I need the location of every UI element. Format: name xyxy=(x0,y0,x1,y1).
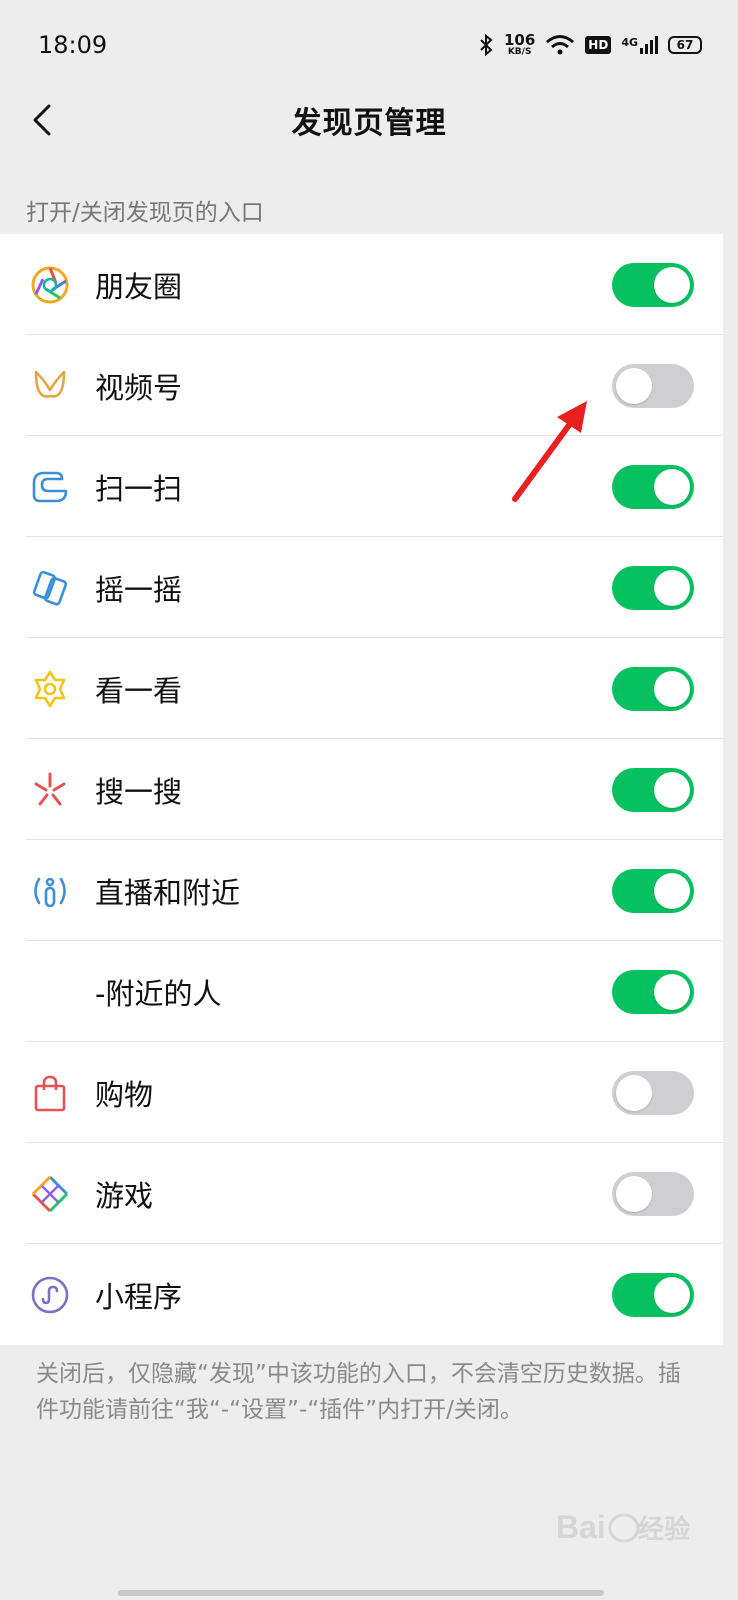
top-stories-icon xyxy=(34,670,66,708)
toggle-knob xyxy=(616,368,652,404)
scan-icon xyxy=(32,471,68,503)
list-item-label: 看一看 xyxy=(95,673,183,708)
network-speed: 106 KB/S xyxy=(503,31,536,57)
list-item-search: 搜一搜 xyxy=(0,739,723,840)
list-item-live-nearby: 直播和附近 xyxy=(0,840,723,941)
baidu-watermark-logo: Bai 经验 xyxy=(556,1498,696,1568)
svg-text:经验: 经验 xyxy=(638,1514,690,1544)
toggle-knob xyxy=(654,873,690,909)
chevron-left-icon xyxy=(33,104,51,136)
page-title: 发现页管理 xyxy=(291,106,447,141)
list-item-label: 朋友圈 xyxy=(95,269,183,304)
list-item-people-nearby: -附近的人 xyxy=(0,941,723,1042)
list-item-label: 摇一摇 xyxy=(95,572,183,607)
list-item-label: 小程序 xyxy=(95,1279,183,1314)
list-item-label: 游戏 xyxy=(95,1178,154,1213)
list-item-channels: 视频号 xyxy=(0,335,723,436)
toggle-switch[interactable] xyxy=(612,364,694,408)
toggle-switch[interactable] xyxy=(612,566,694,610)
section-label: 打开/关闭发现页的入口 xyxy=(26,200,264,226)
list-item-scan: 扫一扫 xyxy=(0,436,723,537)
hd-badge: HD xyxy=(585,36,612,54)
toggle-switch[interactable] xyxy=(612,768,694,812)
svg-text:Bai: Bai xyxy=(556,1509,606,1545)
back-button[interactable] xyxy=(22,92,62,148)
channels-icon xyxy=(34,370,66,398)
games-icon xyxy=(31,1175,69,1213)
toggle-switch[interactable] xyxy=(612,1273,694,1317)
status-icons: 106 KB/S HD 4G 67 xyxy=(478,33,702,57)
status-time: 18:09 xyxy=(38,31,108,59)
toggle-switch[interactable] xyxy=(612,263,694,307)
bluetooth-icon xyxy=(480,33,493,57)
wifi-icon xyxy=(546,35,575,55)
footer-note: 关闭后，仅隐藏“发现”中该功能的入口，不会清空历史数据。插件功能请前往“我“-“… xyxy=(36,1361,681,1423)
list-item-label: 扫一扫 xyxy=(95,471,183,506)
discover-entries-list: 朋友圈 视频号 扫一扫 摇一摇 看一看 搜一搜 直播和附近 -附近的人 购物 游… xyxy=(0,234,723,1345)
list-item-mini-programs: 小程序 xyxy=(0,1244,723,1345)
toggle-knob xyxy=(616,1075,652,1111)
toggle-switch[interactable] xyxy=(612,1071,694,1115)
shopping-bag-icon xyxy=(34,1075,66,1112)
cellular-signal: 4G xyxy=(621,36,658,54)
list-item-top-stories: 看一看 xyxy=(0,638,723,739)
nav-bar: 发现页管理 xyxy=(0,90,738,150)
list-item-label: 直播和附近 xyxy=(95,875,241,910)
list-item-moments: 朋友圈 xyxy=(0,234,723,335)
toggle-knob xyxy=(654,671,690,707)
moments-icon xyxy=(31,266,69,304)
live-nearby-icon xyxy=(34,877,66,908)
shake-icon xyxy=(32,570,68,606)
list-item-label: 购物 xyxy=(95,1077,154,1112)
toggle-switch[interactable] xyxy=(612,970,694,1014)
toggle-knob xyxy=(654,267,690,303)
list-item-games: 游戏 xyxy=(0,1143,723,1244)
search-icon xyxy=(34,772,66,806)
toggle-knob xyxy=(654,570,690,606)
toggle-knob xyxy=(654,1277,690,1313)
toggle-knob xyxy=(654,974,690,1010)
battery-indicator: 67 xyxy=(668,36,702,54)
home-indicator xyxy=(118,1590,604,1596)
toggle-switch[interactable] xyxy=(612,1172,694,1216)
status-bar: 18:09 106 KB/S HD 4G 67 xyxy=(0,0,738,90)
network-type: 4G xyxy=(621,36,638,49)
toggle-switch[interactable] xyxy=(612,869,694,913)
list-item-shake: 摇一摇 xyxy=(0,537,723,638)
toggle-switch[interactable] xyxy=(612,667,694,711)
toggle-knob xyxy=(616,1176,652,1212)
list-item-label: 搜一搜 xyxy=(95,774,183,809)
toggle-knob xyxy=(654,772,690,808)
mini-programs-icon xyxy=(31,1276,69,1314)
list-item-label: -附近的人 xyxy=(95,976,222,1011)
toggle-switch[interactable] xyxy=(612,465,694,509)
toggle-knob xyxy=(654,469,690,505)
list-item-shopping: 购物 xyxy=(0,1042,723,1143)
list-item-label: 视频号 xyxy=(95,370,183,405)
